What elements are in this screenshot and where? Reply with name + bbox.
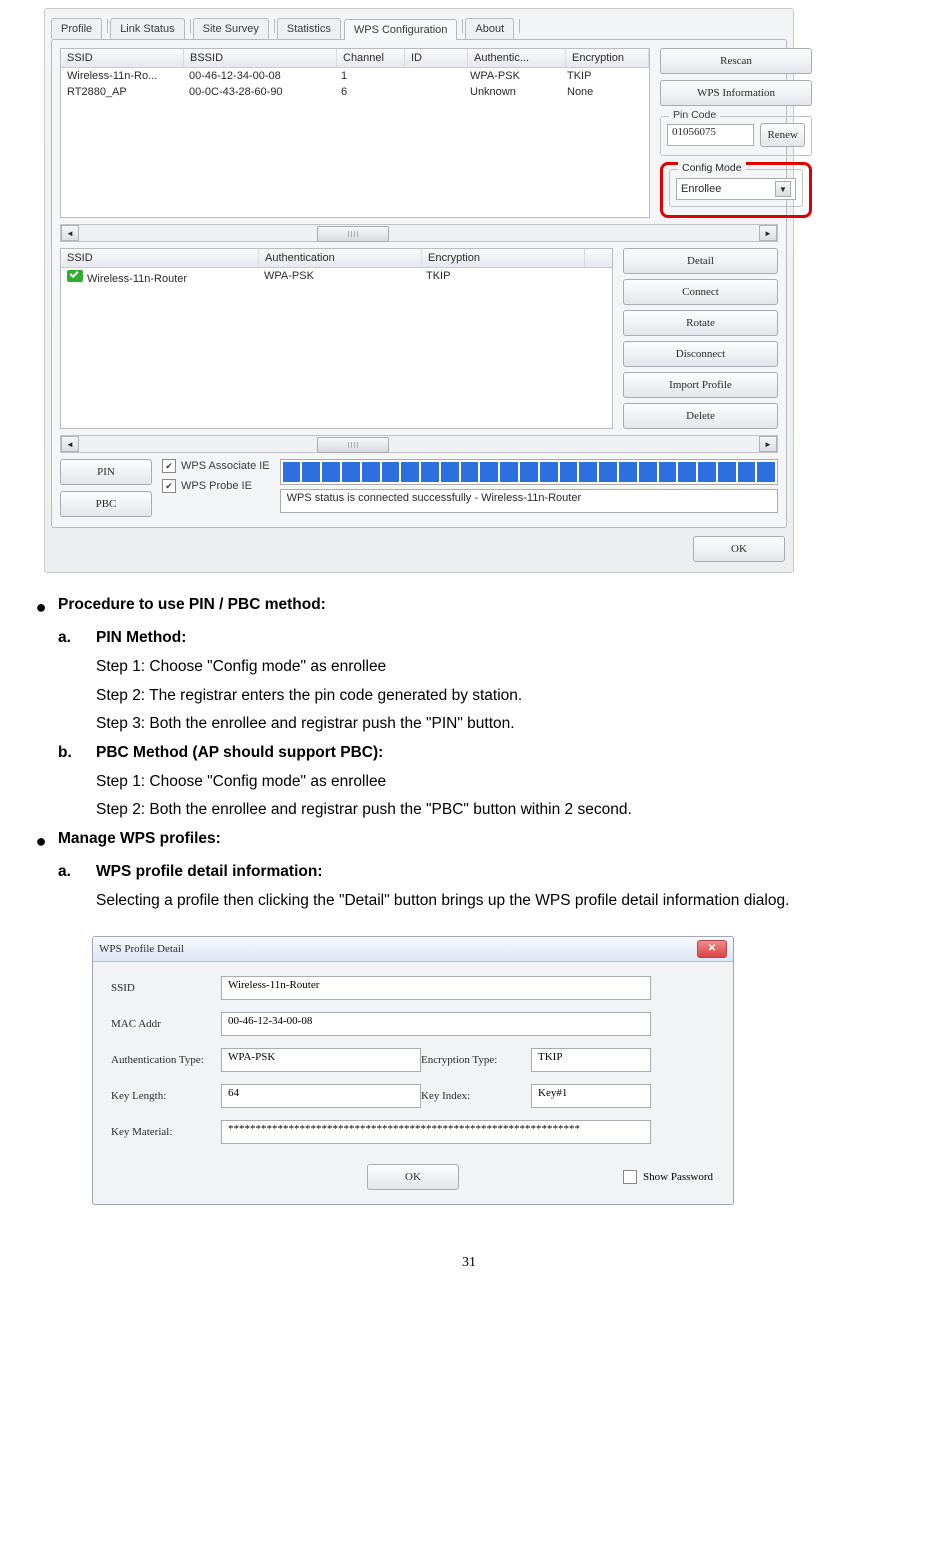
show-password-checkbox[interactable]: Show Password — [623, 1170, 713, 1184]
page-number: 31 — [0, 1255, 938, 1271]
tab-statistics[interactable]: Statistics — [277, 18, 341, 39]
scroll-thumb[interactable] — [317, 437, 389, 453]
step-text: Step 2: Both the enrollee and registrar … — [96, 796, 914, 825]
step-text: Step 2: The registrar enters the pin cod… — [96, 682, 914, 711]
pin-code-group: Pin Code 01056075 Renew — [660, 116, 812, 156]
tab-wps-configuration[interactable]: WPS Configuration — [344, 19, 458, 40]
scroll-right-icon[interactable]: ► — [759, 225, 777, 241]
chevron-down-icon: ▼ — [775, 181, 791, 197]
pin-code-field[interactable]: 01056075 — [667, 124, 754, 146]
scroll-left-icon[interactable]: ◄ — [61, 225, 79, 241]
tab-about[interactable]: About — [465, 18, 514, 39]
col2-ssid[interactable]: SSID — [61, 249, 259, 267]
tab-bar: Profile Link Status Site Survey Statisti… — [45, 9, 793, 39]
ok-button[interactable]: OK — [693, 536, 785, 562]
ssid-field[interactable]: Wireless-11n-Router — [221, 976, 651, 1000]
step-text: Step 1: Choose "Config mode" as enrollee — [96, 653, 914, 682]
keyidx-label: Key Index: — [421, 1090, 531, 1102]
rotate-button[interactable]: Rotate — [623, 310, 778, 336]
keylen-field[interactable]: 64 — [221, 1084, 421, 1108]
col-ssid[interactable]: SSID — [61, 49, 184, 67]
col-channel[interactable]: Channel — [337, 49, 405, 67]
heading-procedure: Procedure to use PIN / PBC method: — [58, 591, 326, 624]
config-mode-label: Config Mode — [678, 162, 746, 174]
col2-auth[interactable]: Authentication — [259, 249, 422, 267]
scroll-right-icon[interactable]: ► — [759, 436, 777, 452]
import-profile-button[interactable]: Import Profile — [623, 372, 778, 398]
col-id[interactable]: ID — [405, 49, 468, 67]
paragraph: Selecting a profile then clicking the "D… — [96, 887, 914, 916]
scroll-left-icon[interactable]: ◄ — [61, 436, 79, 452]
check-icon — [67, 270, 83, 282]
col-bssid[interactable]: BSSID — [184, 49, 337, 67]
keymat-label: Key Material: — [111, 1126, 221, 1138]
pbc-button[interactable]: PBC — [60, 491, 152, 517]
tab-profile[interactable]: Profile — [51, 18, 102, 39]
tab-site-survey[interactable]: Site Survey — [193, 18, 269, 39]
detail-button[interactable]: Detail — [623, 248, 778, 274]
mac-label: MAC Addr — [111, 1018, 221, 1030]
dialog-ok-button[interactable]: OK — [367, 1164, 459, 1190]
delete-button[interactable]: Delete — [623, 403, 778, 429]
horizontal-scrollbar[interactable]: ◄ ► — [60, 224, 778, 242]
step-text: Step 3: Both the enrollee and registrar … — [96, 710, 914, 739]
pin-button[interactable]: PIN — [60, 459, 152, 485]
col2-enc[interactable]: Encryption — [422, 249, 585, 267]
wps-profile-detail-dialog: WPS Profile Detail ✕ SSID Wireless-11n-R… — [92, 936, 734, 1205]
renew-button[interactable]: Renew — [760, 123, 805, 147]
col-enc[interactable]: Encryption — [566, 49, 649, 67]
auth-label: Authentication Type: — [111, 1054, 221, 1066]
dialog-title: WPS Profile Detail — [99, 943, 184, 955]
table-row[interactable]: RT2880_AP 00-0C-43-28-60-90 6 Unknown No… — [61, 84, 649, 100]
enc-label: Encryption Type: — [421, 1054, 531, 1066]
heading-pin: PIN Method: — [96, 624, 914, 653]
rescan-button[interactable]: Rescan — [660, 48, 812, 74]
config-mode-highlight: Config Mode Enrollee ▼ — [660, 162, 812, 218]
keylen-label: Key Length: — [111, 1090, 221, 1102]
ap-list-table: SSID BSSID Channel ID Authentic... Encry… — [60, 48, 650, 218]
wps-status-text: WPS status is connected successfully - W… — [280, 489, 778, 513]
wps-config-window: Profile Link Status Site Survey Statisti… — [44, 8, 794, 573]
keyidx-field[interactable]: Key#1 — [531, 1084, 651, 1108]
tab-link-status[interactable]: Link Status — [110, 18, 184, 39]
heading-manage: Manage WPS profiles: — [58, 825, 221, 858]
profile-list-table: SSID Authentication Encryption Wireless-… — [60, 248, 613, 429]
scroll-thumb[interactable] — [317, 226, 389, 242]
connect-button[interactable]: Connect — [623, 279, 778, 305]
heading-pbc: PBC Method (AP should support PBC): — [96, 739, 914, 768]
close-icon[interactable]: ✕ — [697, 940, 727, 958]
heading-profile-detail: WPS profile detail information: — [96, 858, 914, 887]
pin-code-label: Pin Code — [669, 109, 720, 121]
config-mode-select[interactable]: Enrollee ▼ — [676, 178, 796, 200]
wps-probe-ie-checkbox[interactable]: ✔WPS Probe IE — [162, 479, 270, 493]
wps-progress-bar — [280, 459, 778, 485]
table-row[interactable]: Wireless-11n-Router WPA-PSK TKIP — [61, 268, 612, 287]
horizontal-scrollbar-2[interactable]: ◄ ► — [60, 435, 778, 453]
auth-field[interactable]: WPA-PSK — [221, 1048, 421, 1072]
mac-field[interactable]: 00-46-12-34-00-08 — [221, 1012, 651, 1036]
disconnect-button[interactable]: Disconnect — [623, 341, 778, 367]
enc-field[interactable]: TKIP — [531, 1048, 651, 1072]
table-row[interactable]: Wireless-11n-Ro... 00-46-12-34-00-08 1 W… — [61, 68, 649, 84]
document-body: ●Procedure to use PIN / PBC method: a.PI… — [24, 591, 914, 916]
step-text: Step 1: Choose "Config mode" as enrollee — [96, 768, 914, 797]
col-auth[interactable]: Authentic... — [468, 49, 566, 67]
wps-information-button[interactable]: WPS Information — [660, 80, 812, 106]
keymat-field[interactable]: ****************************************… — [221, 1120, 651, 1144]
ssid-label: SSID — [111, 982, 221, 994]
wps-associate-ie-checkbox[interactable]: ✔WPS Associate IE — [162, 459, 270, 473]
